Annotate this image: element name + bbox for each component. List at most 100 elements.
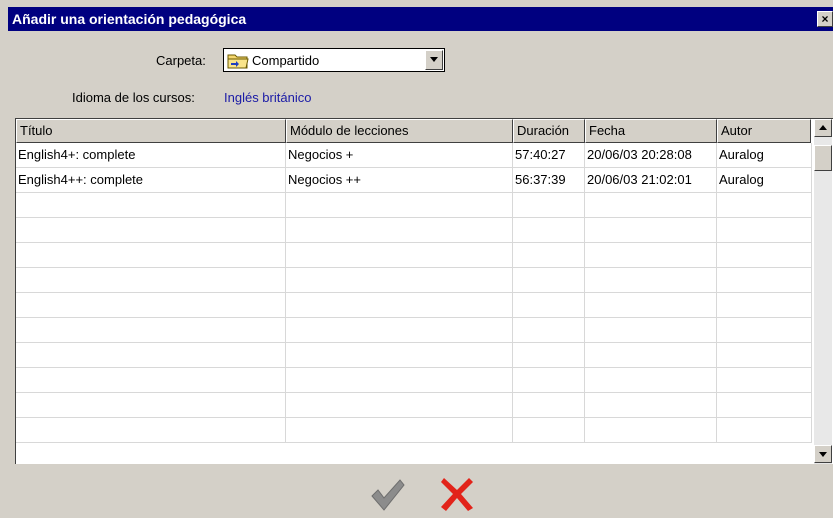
close-button[interactable]: × [817,11,833,27]
empty-cell [585,318,717,342]
empty-cell [513,293,585,317]
empty-cell [717,318,812,342]
cell-fecha: 20/06/03 20:28:08 [585,143,717,167]
empty-cell [286,368,513,392]
table-row[interactable] [16,293,812,318]
cell-duracion: 57:40:27 [513,143,585,167]
table-row[interactable] [16,343,812,368]
empty-cell [286,268,513,292]
window-title: Añadir una orientación pedagógica [12,11,247,27]
empty-cell [585,368,717,392]
column-header-autor[interactable]: Autor [717,119,811,143]
table-row[interactable] [16,368,812,393]
empty-cell [585,268,717,292]
cell-fecha: 20/06/03 21:02:01 [585,168,717,192]
table-body: English4+: complete Negocios + 57:40:27 … [16,143,812,443]
empty-cell [717,343,812,367]
column-header-modulo[interactable]: Módulo de lecciones [286,119,513,143]
courses-table: Título Módulo de lecciones Duración Fech… [15,118,833,464]
empty-cell [16,368,286,392]
title-bar[interactable]: Añadir una orientación pedagógica × [8,7,833,31]
empty-cell [286,393,513,417]
empty-cell [717,268,812,292]
empty-cell [585,243,717,267]
empty-cell [717,368,812,392]
vertical-scrollbar[interactable] [814,119,832,464]
table-row[interactable] [16,218,812,243]
empty-cell [585,293,717,317]
empty-cell [286,318,513,342]
folder-label: Carpeta: [156,53,206,68]
language-value: Inglés británico [224,90,312,105]
table-row[interactable] [16,418,812,443]
empty-cell [286,418,513,442]
cell-titulo: English4+: complete [16,143,286,167]
empty-cell [286,293,513,317]
dropdown-button[interactable] [425,50,443,70]
table-row[interactable] [16,393,812,418]
empty-cell [513,268,585,292]
table-row[interactable] [16,193,812,218]
empty-cell [717,243,812,267]
empty-cell [16,243,286,267]
cell-modulo: Negocios ++ [286,168,513,192]
empty-cell [513,393,585,417]
empty-cell [717,418,812,442]
column-header-duracion[interactable]: Duración [513,119,585,143]
empty-cell [286,218,513,242]
empty-cell [16,193,286,217]
scroll-up-button[interactable] [814,119,832,137]
empty-cell [513,318,585,342]
empty-cell [286,193,513,217]
check-icon [371,479,405,511]
empty-cell [513,218,585,242]
empty-cell [513,343,585,367]
empty-cell [717,218,812,242]
empty-cell [717,393,812,417]
column-header-fecha[interactable]: Fecha [585,119,717,143]
cell-autor: Auralog [717,168,812,192]
empty-cell [585,218,717,242]
table-row[interactable] [16,243,812,268]
arrow-up-icon [819,125,827,130]
cancel-button[interactable] [440,476,474,512]
empty-cell [585,343,717,367]
ok-button[interactable] [368,476,406,514]
arrow-down-icon [819,452,827,457]
folder-dropdown[interactable]: Compartido [223,48,445,72]
table-row[interactable] [16,268,812,293]
empty-cell [16,268,286,292]
cell-autor: Auralog [717,143,812,167]
table-row[interactable] [16,318,812,343]
empty-cell [16,318,286,342]
shared-folder-icon [227,52,249,72]
empty-cell [513,243,585,267]
empty-cell [16,293,286,317]
cell-duracion: 56:37:39 [513,168,585,192]
empty-cell [286,343,513,367]
table-row[interactable]: English4+: complete Negocios + 57:40:27 … [16,143,812,168]
empty-cell [513,368,585,392]
empty-cell [16,218,286,242]
red-x-icon [441,478,473,511]
folder-value: Compartido [252,53,320,68]
empty-cell [16,343,286,367]
empty-cell [16,393,286,417]
scroll-thumb[interactable] [814,145,832,171]
empty-cell [717,193,812,217]
table-row[interactable]: English4++: complete Negocios ++ 56:37:3… [16,168,812,193]
cell-titulo: English4++: complete [16,168,286,192]
empty-cell [286,243,513,267]
empty-cell [513,193,585,217]
scroll-down-button[interactable] [814,445,832,463]
empty-cell [16,418,286,442]
close-icon: × [821,12,829,26]
empty-cell [585,418,717,442]
empty-cell [585,393,717,417]
column-header-titulo[interactable]: Título [16,119,286,143]
chevron-down-icon [430,57,438,62]
cell-modulo: Negocios + [286,143,513,167]
empty-cell [513,418,585,442]
dialog-window: Añadir una orientación pedagógica × Carp… [0,0,833,518]
empty-cell [717,293,812,317]
